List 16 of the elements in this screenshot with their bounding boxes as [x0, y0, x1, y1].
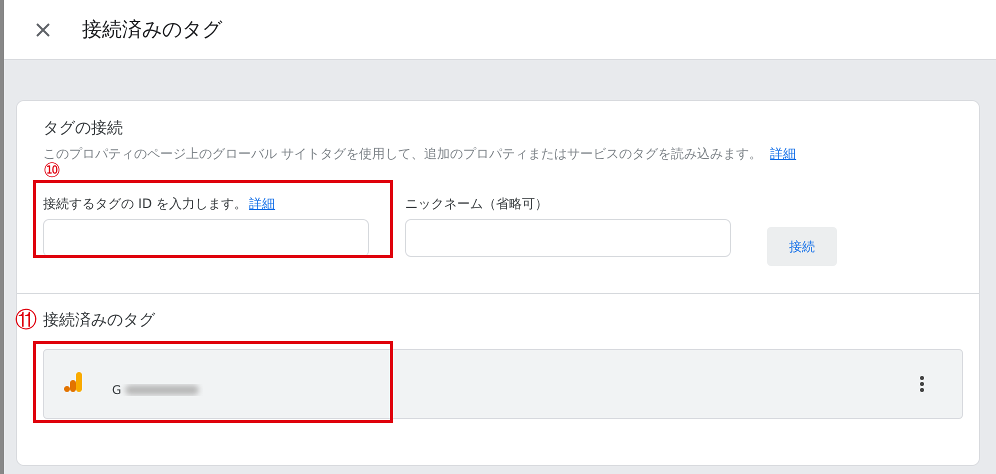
bar-chart-icon: [64, 372, 84, 392]
field-label: 接続するタグの ID を入力します。: [43, 196, 248, 213]
details-link[interactable]: 詳細: [249, 195, 276, 213]
connect-button[interactable]: 接続: [767, 227, 837, 266]
more-icon[interactable]: [920, 376, 924, 392]
close-icon[interactable]: [36, 22, 50, 36]
tag-id: G: [112, 383, 122, 397]
tag-row[interactable]: G: [43, 349, 963, 419]
page-title: 接続済みのタグ: [82, 16, 222, 43]
section-title: 接続済みのタグ: [43, 310, 156, 331]
annotation-number: ⑪: [15, 310, 37, 332]
section-title: タグの接続: [43, 118, 124, 139]
nickname-field[interactable]: [405, 219, 731, 257]
tag-id-field[interactable]: [43, 219, 369, 257]
details-link[interactable]: 詳細: [770, 145, 796, 163]
field-label: ニックネーム（省略可）: [405, 196, 548, 213]
